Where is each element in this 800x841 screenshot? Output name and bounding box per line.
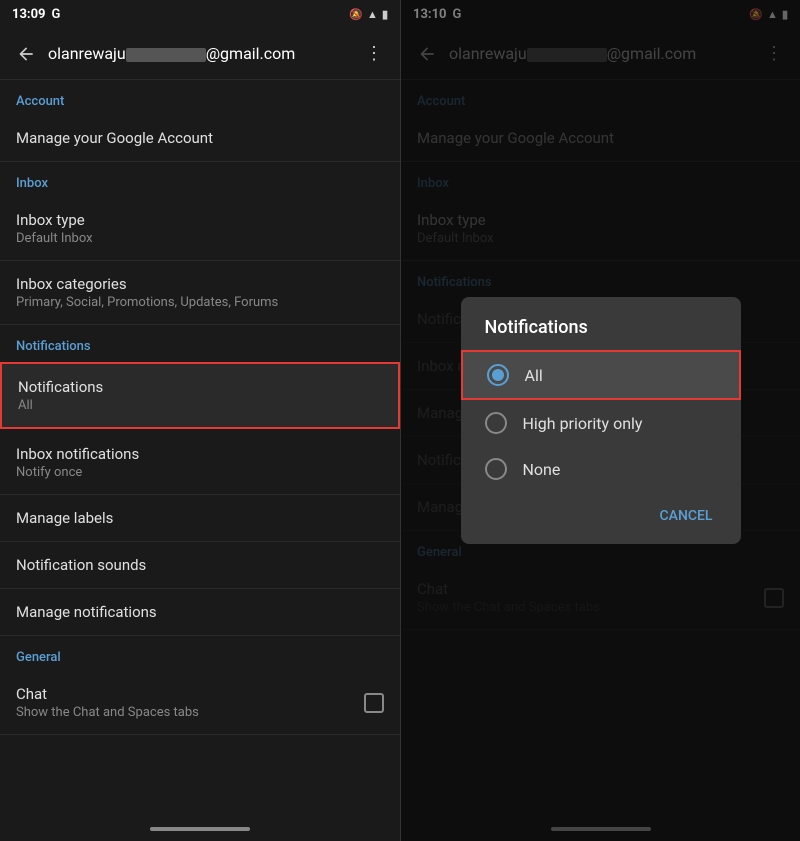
dialog-option-none[interactable]: None: [461, 446, 741, 492]
left-item-chat[interactable]: Chat Show the Chat and Spaces tabs: [0, 671, 400, 735]
radio-high-priority: [485, 412, 507, 434]
left-status-icons: 🔕 ▲ ▮: [349, 8, 388, 21]
left-item-notification-sounds[interactable]: Notification sounds: [0, 542, 400, 589]
dialog-actions: Cancel: [461, 492, 741, 544]
dialog-cancel-button[interactable]: Cancel: [648, 500, 725, 532]
left-item-manage-labels[interactable]: Manage labels: [0, 495, 400, 542]
radio-all-inner: [492, 369, 504, 381]
left-section-general: General: [0, 636, 400, 671]
left-back-button[interactable]: [8, 36, 44, 72]
signal-icon: ▲: [367, 8, 378, 21]
dialog-option-all[interactable]: All: [461, 350, 741, 400]
left-bottom-indicator: [150, 827, 250, 831]
battery-icon: ▮: [382, 8, 388, 21]
left-item-notifications[interactable]: Notifications All: [0, 362, 400, 429]
left-section-notifications: Notifications: [0, 325, 400, 360]
left-settings-list: Account Manage your Google Account Inbox…: [0, 80, 400, 817]
dialog-option-all-label: All: [525, 366, 543, 385]
left-section-inbox: Inbox: [0, 162, 400, 197]
left-status-bar: 13:09 G 🔕 ▲ ▮: [0, 0, 400, 28]
left-time: 13:09: [12, 7, 46, 22]
radio-all: [487, 364, 509, 386]
dialog-option-none-label: None: [523, 460, 561, 479]
right-panel: 13:10 G 🔕 ▲ ▮ olanrewaju@gmail.com ⋮ Acc…: [400, 0, 800, 841]
left-email: olanrewaju@gmail.com: [44, 44, 356, 63]
left-panel: 13:09 G 🔕 ▲ ▮ olanrewaju@gmail.com ⋮ Acc…: [0, 0, 400, 841]
dialog-overlay: Notifications All High priority only Non…: [401, 0, 800, 841]
left-header: olanrewaju@gmail.com ⋮: [0, 28, 400, 80]
dialog-title: Notifications: [461, 297, 741, 350]
left-more-button[interactable]: ⋮: [356, 36, 392, 72]
left-item-inbox-notifications[interactable]: Inbox notifications Notify once: [0, 431, 400, 495]
left-bottom-bar: [0, 817, 400, 841]
radio-none: [485, 458, 507, 480]
left-item-inbox-categories[interactable]: Inbox categories Primary, Social, Promot…: [0, 261, 400, 325]
notifications-dialog: Notifications All High priority only Non…: [461, 297, 741, 544]
left-carrier: G: [52, 7, 61, 22]
left-item-manage-notifications[interactable]: Manage notifications: [0, 589, 400, 636]
dialog-option-high-priority[interactable]: High priority only: [461, 400, 741, 446]
left-item-manage-google[interactable]: Manage your Google Account: [0, 115, 400, 162]
left-section-account: Account: [0, 80, 400, 115]
left-item-inbox-type[interactable]: Inbox type Default Inbox: [0, 197, 400, 261]
mute-icon: 🔕: [349, 8, 363, 21]
chat-checkbox[interactable]: [364, 693, 384, 713]
dialog-option-high-priority-label: High priority only: [523, 414, 643, 433]
